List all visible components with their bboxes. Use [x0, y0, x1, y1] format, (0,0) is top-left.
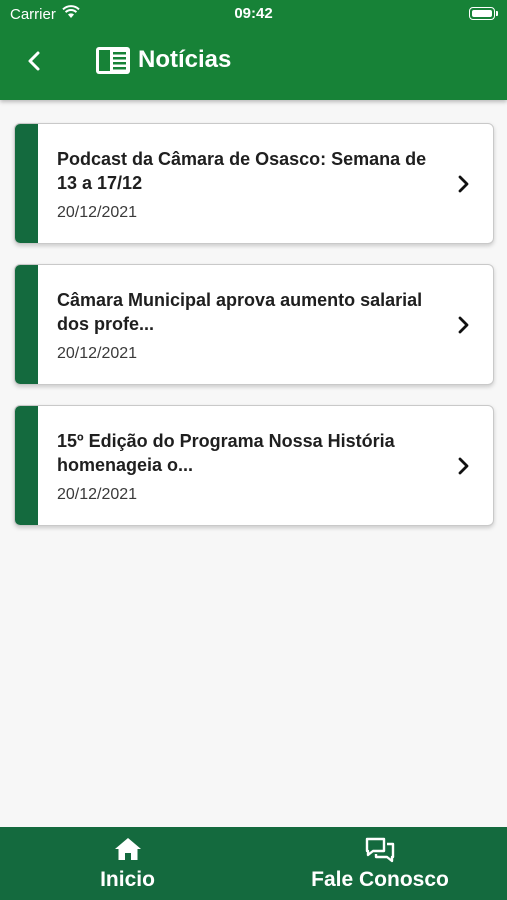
- chat-bubbles-icon: [365, 837, 395, 863]
- news-card[interactable]: Podcast da Câmara de Osasco: Semana de 1…: [14, 123, 494, 244]
- tab-home-label: Inicio: [100, 868, 155, 891]
- bottom-tab-bar: Inicio Fale Conosco: [0, 827, 507, 900]
- chevron-right-icon: [458, 175, 469, 193]
- home-icon: [114, 838, 141, 860]
- battery-icon: [469, 7, 498, 20]
- newspaper-icon: [96, 47, 130, 74]
- tab-contact[interactable]: Fale Conosco: [290, 827, 470, 900]
- news-title: 15º Edição do Programa Nossa História ho…: [57, 431, 395, 475]
- tab-contact-label: Fale Conosco: [311, 868, 449, 891]
- chevron-right-icon: [458, 316, 469, 334]
- news-card[interactable]: Câmara Municipal aprova aumento salarial…: [14, 264, 494, 385]
- page-title: Notícias: [138, 46, 232, 73]
- navigation-bar: Notícias: [0, 38, 507, 82]
- tab-home[interactable]: Inicio: [60, 827, 195, 900]
- news-list: Podcast da Câmara de Osasco: Semana de 1…: [14, 123, 494, 546]
- card-accent-bar: [15, 265, 38, 384]
- card-accent-bar: [15, 124, 38, 243]
- news-title: Podcast da Câmara de Osasco: Semana de 1…: [57, 149, 427, 193]
- status-time: 09:42: [234, 5, 273, 22]
- card-accent-bar: [15, 406, 38, 525]
- news-title: Câmara Municipal aprova aumento salarial…: [57, 290, 423, 334]
- status-bar: Carrier 09:42: [0, 0, 507, 28]
- news-date: 20/12/2021: [57, 345, 138, 362]
- news-card[interactable]: 15º Edição do Programa Nossa História ho…: [14, 405, 494, 526]
- news-date: 20/12/2021: [57, 204, 138, 221]
- chevron-right-icon: [458, 457, 469, 475]
- app-header: Carrier 09:42 Notícias: [0, 0, 507, 100]
- back-button[interactable]: [18, 44, 52, 78]
- news-date: 20/12/2021: [57, 486, 138, 503]
